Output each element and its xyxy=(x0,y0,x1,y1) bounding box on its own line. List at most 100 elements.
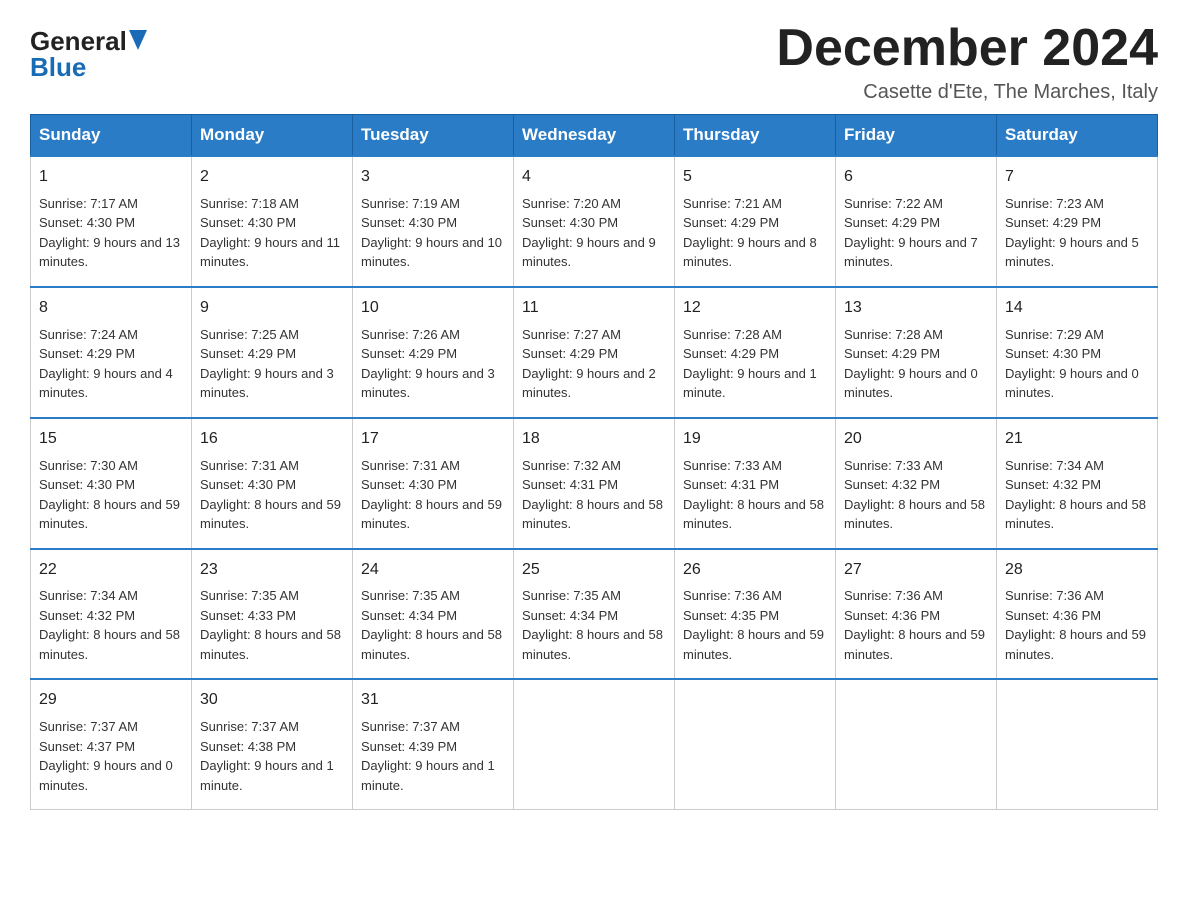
day-info: Sunrise: 7:21 AMSunset: 4:29 PMDaylight:… xyxy=(683,194,827,272)
calendar-week-4: 22 Sunrise: 7:34 AMSunset: 4:32 PMDayligh… xyxy=(31,549,1158,680)
calendar-cell: 1 Sunrise: 7:17 AMSunset: 4:30 PMDaylight… xyxy=(31,156,192,287)
day-info: Sunrise: 7:34 AMSunset: 4:32 PMDaylight:… xyxy=(39,586,183,664)
day-info: Sunrise: 7:18 AMSunset: 4:30 PMDaylight:… xyxy=(200,194,344,272)
page-header: General Blue December 2024 Casette d'Ete… xyxy=(30,20,1158,104)
day-info: Sunrise: 7:17 AMSunset: 4:30 PMDaylight:… xyxy=(39,194,183,272)
calendar-week-3: 15 Sunrise: 7:30 AMSunset: 4:30 PMDayligh… xyxy=(31,418,1158,549)
title-block: December 2024 Casette d'Ete, The Marches… xyxy=(776,20,1158,104)
calendar-cell: 9Sunrise: 7:25 AMSunset: 4:29 PMDaylight… xyxy=(192,287,353,418)
calendar-subtitle: Casette d'Ete, The Marches, Italy xyxy=(776,81,1158,104)
calendar-week-1: 1 Sunrise: 7:17 AMSunset: 4:30 PMDaylight… xyxy=(31,156,1158,287)
calendar-cell: 7 Sunrise: 7:23 AMSunset: 4:29 PMDaylight… xyxy=(997,156,1158,287)
calendar-cell: 5Sunrise: 7:21 AMSunset: 4:29 PMDaylight… xyxy=(675,156,836,287)
day-number: 15 xyxy=(39,427,183,452)
day-info: Sunrise: 7:35 AMSunset: 4:34 PMDaylight:… xyxy=(522,586,666,664)
day-number: 22 xyxy=(39,558,183,583)
calendar-cell: 25 Sunrise: 7:35 AMSunset: 4:34 PMDayligh… xyxy=(514,549,675,680)
day-number: 2 xyxy=(200,165,344,190)
header-wednesday: Wednesday xyxy=(514,115,675,157)
day-info: Sunrise: 7:30 AMSunset: 4:30 PMDaylight:… xyxy=(39,456,183,534)
calendar-table: Sunday Monday Tuesday Wednesday Thursday… xyxy=(30,114,1158,810)
day-number: 30 xyxy=(200,688,344,713)
calendar-cell: 23 Sunrise: 7:35 AMSunset: 4:33 PMDayligh… xyxy=(192,549,353,680)
calendar-cell: 8Sunrise: 7:24 AMSunset: 4:29 PMDaylight… xyxy=(31,287,192,418)
day-info: Sunrise: 7:35 AMSunset: 4:33 PMDaylight:… xyxy=(200,586,344,664)
header-saturday: Saturday xyxy=(997,115,1158,157)
day-info: Sunrise: 7:31 AMSunset: 4:30 PMDaylight:… xyxy=(361,456,505,534)
day-number: 7 xyxy=(1005,165,1149,190)
day-number: 23 xyxy=(200,558,344,583)
day-number: 25 xyxy=(522,558,666,583)
day-number: 26 xyxy=(683,558,827,583)
calendar-cell: 3Sunrise: 7:19 AMSunset: 4:30 PMDaylight… xyxy=(353,156,514,287)
day-number: 16 xyxy=(200,427,344,452)
calendar-cell: 29Sunrise: 7:37 AMSunset: 4:37 PMDayligh… xyxy=(31,679,192,809)
day-number: 31 xyxy=(361,688,505,713)
day-info: Sunrise: 7:31 AMSunset: 4:30 PMDaylight:… xyxy=(200,456,344,534)
calendar-cell: 24Sunrise: 7:35 AMSunset: 4:34 PMDayligh… xyxy=(353,549,514,680)
logo: General Blue xyxy=(30,28,147,80)
logo-general: General xyxy=(30,28,127,54)
day-number: 21 xyxy=(1005,427,1149,452)
calendar-cell: 10Sunrise: 7:26 AMSunset: 4:29 PMDayligh… xyxy=(353,287,514,418)
calendar-week-5: 29Sunrise: 7:37 AMSunset: 4:37 PMDayligh… xyxy=(31,679,1158,809)
calendar-cell: 26Sunrise: 7:36 AMSunset: 4:35 PMDayligh… xyxy=(675,549,836,680)
day-number: 11 xyxy=(522,296,666,321)
calendar-cell: 27 Sunrise: 7:36 AMSunset: 4:36 PMDayligh… xyxy=(836,549,997,680)
day-number: 28 xyxy=(1005,558,1149,583)
day-info: Sunrise: 7:32 AMSunset: 4:31 PMDaylight:… xyxy=(522,456,666,534)
day-info: Sunrise: 7:23 AMSunset: 4:29 PMDaylight:… xyxy=(1005,194,1149,272)
day-info: Sunrise: 7:27 AMSunset: 4:29 PMDaylight:… xyxy=(522,325,666,403)
day-number: 17 xyxy=(361,427,505,452)
calendar-cell: 17 Sunrise: 7:31 AMSunset: 4:30 PMDayligh… xyxy=(353,418,514,549)
calendar-cell xyxy=(675,679,836,809)
calendar-cell: 14 Sunrise: 7:29 AMSunset: 4:30 PMDayligh… xyxy=(997,287,1158,418)
day-number: 14 xyxy=(1005,296,1149,321)
day-info: Sunrise: 7:36 AMSunset: 4:36 PMDaylight:… xyxy=(844,586,988,664)
day-number: 24 xyxy=(361,558,505,583)
day-number: 13 xyxy=(844,296,988,321)
calendar-cell: 30 Sunrise: 7:37 AMSunset: 4:38 PMDayligh… xyxy=(192,679,353,809)
calendar-cell: 16 Sunrise: 7:31 AMSunset: 4:30 PMDayligh… xyxy=(192,418,353,549)
calendar-cell: 6 Sunrise: 7:22 AMSunset: 4:29 PMDaylight… xyxy=(836,156,997,287)
logo-blue: Blue xyxy=(30,54,86,80)
day-number: 4 xyxy=(522,165,666,190)
day-info: Sunrise: 7:33 AMSunset: 4:32 PMDaylight:… xyxy=(844,456,988,534)
calendar-cell: 19 Sunrise: 7:33 AMSunset: 4:31 PMDayligh… xyxy=(675,418,836,549)
calendar-cell: 22 Sunrise: 7:34 AMSunset: 4:32 PMDayligh… xyxy=(31,549,192,680)
day-number: 3 xyxy=(361,165,505,190)
calendar-cell: 15 Sunrise: 7:30 AMSunset: 4:30 PMDayligh… xyxy=(31,418,192,549)
day-number: 20 xyxy=(844,427,988,452)
day-info: Sunrise: 7:34 AMSunset: 4:32 PMDaylight:… xyxy=(1005,456,1149,534)
calendar-cell: 13Sunrise: 7:28 AMSunset: 4:29 PMDayligh… xyxy=(836,287,997,418)
day-info: Sunrise: 7:36 AMSunset: 4:36 PMDaylight:… xyxy=(1005,586,1149,664)
calendar-cell xyxy=(514,679,675,809)
calendar-header-row: Sunday Monday Tuesday Wednesday Thursday… xyxy=(31,115,1158,157)
calendar-cell: 2 Sunrise: 7:18 AMSunset: 4:30 PMDaylight… xyxy=(192,156,353,287)
day-info: Sunrise: 7:20 AMSunset: 4:30 PMDaylight:… xyxy=(522,194,666,272)
calendar-cell: 20 Sunrise: 7:33 AMSunset: 4:32 PMDayligh… xyxy=(836,418,997,549)
day-number: 12 xyxy=(683,296,827,321)
day-info: Sunrise: 7:22 AMSunset: 4:29 PMDaylight:… xyxy=(844,194,988,272)
day-number: 8 xyxy=(39,296,183,321)
day-number: 29 xyxy=(39,688,183,713)
day-number: 27 xyxy=(844,558,988,583)
day-number: 6 xyxy=(844,165,988,190)
header-tuesday: Tuesday xyxy=(353,115,514,157)
calendar-cell: 31 Sunrise: 7:37 AMSunset: 4:39 PMDayligh… xyxy=(353,679,514,809)
calendar-cell: 12Sunrise: 7:28 AMSunset: 4:29 PMDayligh… xyxy=(675,287,836,418)
day-number: 9 xyxy=(200,296,344,321)
header-monday: Monday xyxy=(192,115,353,157)
calendar-cell xyxy=(997,679,1158,809)
header-friday: Friday xyxy=(836,115,997,157)
day-info: Sunrise: 7:29 AMSunset: 4:30 PMDaylight:… xyxy=(1005,325,1149,403)
day-number: 1 xyxy=(39,165,183,190)
day-number: 19 xyxy=(683,427,827,452)
day-info: Sunrise: 7:37 AMSunset: 4:39 PMDaylight:… xyxy=(361,717,505,795)
day-info: Sunrise: 7:33 AMSunset: 4:31 PMDaylight:… xyxy=(683,456,827,534)
calendar-cell xyxy=(836,679,997,809)
day-info: Sunrise: 7:37 AMSunset: 4:38 PMDaylight:… xyxy=(200,717,344,795)
calendar-week-2: 8Sunrise: 7:24 AMSunset: 4:29 PMDaylight… xyxy=(31,287,1158,418)
logo-triangle-icon xyxy=(129,30,147,50)
calendar-cell: 11 Sunrise: 7:27 AMSunset: 4:29 PMDayligh… xyxy=(514,287,675,418)
